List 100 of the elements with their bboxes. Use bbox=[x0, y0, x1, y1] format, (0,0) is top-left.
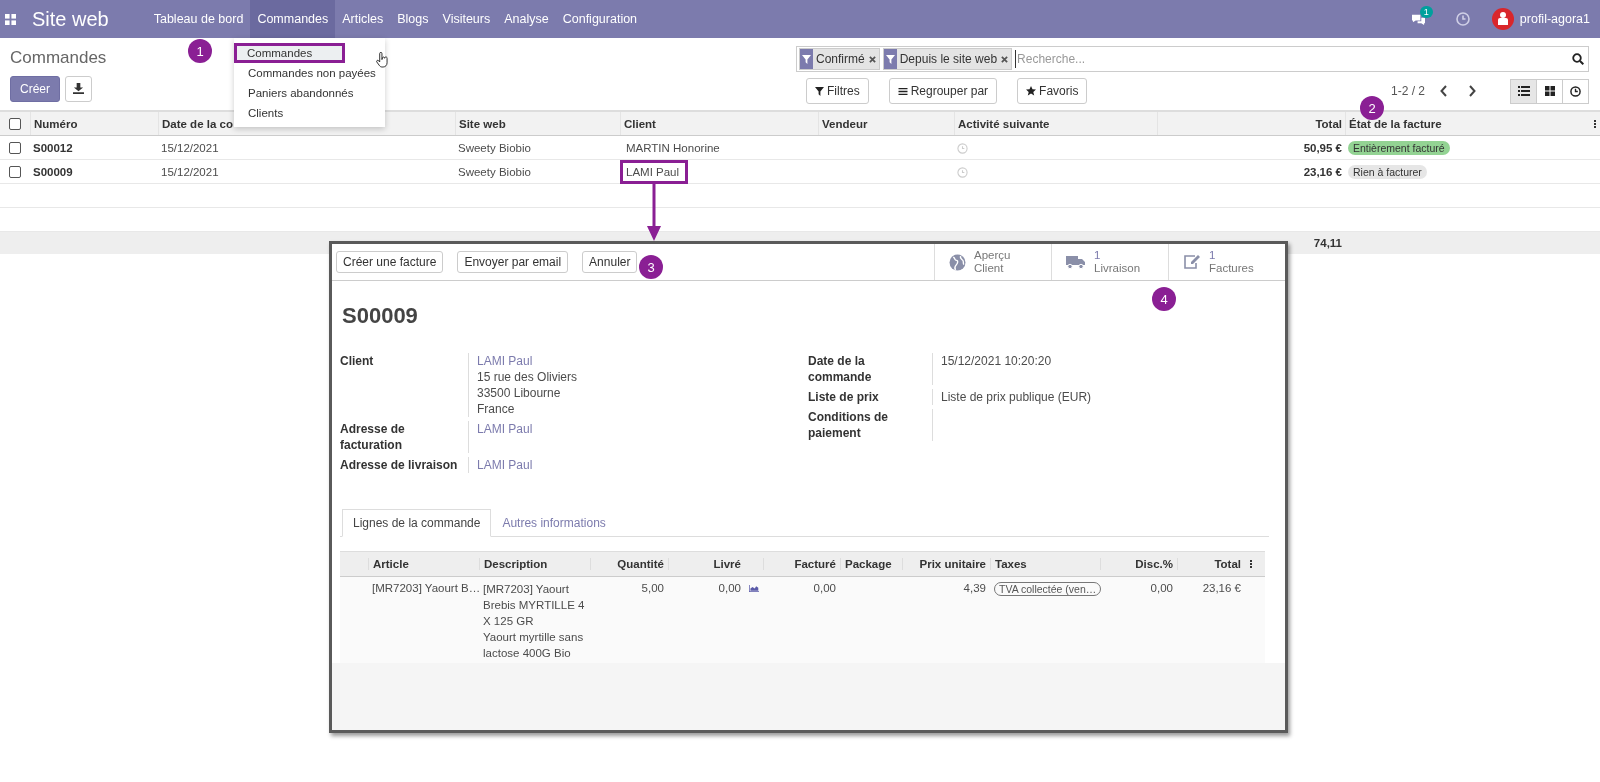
filter-icon bbox=[815, 86, 824, 96]
field-value: Liste de prix publique (EUR) bbox=[941, 389, 1093, 405]
step-number-marker: 2 bbox=[1360, 96, 1384, 120]
menu-item[interactable]: Tableau de bord bbox=[146, 0, 251, 38]
remove-icon[interactable] bbox=[1001, 55, 1009, 63]
address-line: 15 rue des Oliviers bbox=[477, 369, 579, 385]
download-button[interactable] bbox=[65, 76, 92, 102]
column-header[interactable]: Taxes bbox=[990, 558, 1100, 570]
filter-menu-button[interactable]: Filtres bbox=[806, 78, 869, 104]
list-view-button[interactable] bbox=[1510, 78, 1537, 104]
column-header[interactable]: Site web bbox=[455, 112, 620, 135]
filter-facet: Confirmé bbox=[799, 48, 880, 70]
column-header[interactable]: Client bbox=[620, 112, 818, 135]
menu-item[interactable]: Blogs bbox=[390, 0, 436, 38]
column-header[interactable]: Disc.% bbox=[1100, 558, 1177, 570]
notification-badge: 1 bbox=[1419, 5, 1433, 18]
table-cell-text: S00009 bbox=[32, 165, 74, 180]
field-value: 15/12/2021 10:20:20 bbox=[941, 353, 1053, 369]
row-checkbox[interactable] bbox=[9, 166, 21, 178]
order-title: S00009 bbox=[342, 303, 419, 329]
arrow bbox=[646, 184, 662, 242]
previous-icon[interactable] bbox=[1440, 85, 1448, 97]
dropdown-item[interactable]: Clients bbox=[234, 103, 385, 123]
action-button[interactable]: Créer une facture bbox=[336, 251, 444, 273]
tab[interactable]: Lignes de la commande bbox=[342, 509, 492, 537]
filter-facet: Depuis le site web bbox=[882, 48, 1013, 70]
list-icon bbox=[1517, 86, 1530, 96]
search-bar[interactable]: Confirmé Depuis le site web Recherche... bbox=[796, 46, 1589, 72]
column-header[interactable]: Livré bbox=[668, 558, 745, 570]
menu-item[interactable]: Articles bbox=[335, 0, 391, 38]
table-cell-text: S00012 bbox=[32, 141, 74, 156]
column-header[interactable]: Prix unitaire bbox=[902, 558, 990, 570]
column-header[interactable]: Quantité bbox=[590, 558, 668, 570]
filter-menu-button[interactable]: Regrouper par bbox=[888, 78, 998, 104]
table-cell-text: 0,00 bbox=[812, 581, 837, 596]
list-icon bbox=[897, 86, 908, 96]
table-cell: LAMI Paul bbox=[620, 160, 689, 184]
column-header[interactable]: Activité suivante bbox=[954, 112, 1157, 135]
column-header[interactable]: Description bbox=[479, 558, 590, 570]
table-cell-text: MARTIN Honorine bbox=[625, 141, 721, 156]
clock-icon[interactable] bbox=[1455, 12, 1470, 26]
column-header[interactable]: Vendeur bbox=[818, 112, 954, 135]
action-button[interactable]: Annuler bbox=[582, 251, 638, 273]
search-icon[interactable] bbox=[1572, 53, 1584, 65]
dropdown-item[interactable]: Commandes bbox=[234, 43, 345, 63]
field-label: Adresse de facturation bbox=[340, 421, 406, 453]
apps-menu-icon[interactable] bbox=[5, 13, 16, 25]
address-line: 33500 Libourne bbox=[477, 385, 562, 401]
column-header[interactable]: Facturé bbox=[763, 558, 840, 570]
status-badge: Rien à facturer bbox=[1348, 165, 1427, 179]
avatar-icon[interactable] bbox=[1491, 8, 1514, 30]
menu-item[interactable]: Analyse bbox=[497, 0, 556, 38]
menu-item[interactable]: Configuration bbox=[555, 0, 645, 38]
globe-icon bbox=[949, 253, 966, 271]
remove-icon[interactable] bbox=[868, 55, 876, 63]
field-label: Adresse de livraison bbox=[340, 457, 459, 473]
table-cell-text: 5,00 bbox=[640, 581, 665, 596]
pager-value[interactable]: 1-2 / 2 bbox=[1390, 84, 1425, 98]
table-cell-text: 23,16 € bbox=[1302, 165, 1343, 180]
tab[interactable]: Autres informations bbox=[491, 509, 617, 537]
column-header[interactable]: Article bbox=[368, 558, 479, 570]
table-cell-text: 15/12/2021 bbox=[160, 141, 220, 156]
smart-button[interactable]: Aperçu Client bbox=[934, 244, 1051, 280]
chat-icon[interactable] bbox=[1410, 12, 1426, 26]
breadcrumb: Commandes bbox=[10, 48, 107, 68]
user-name[interactable]: profil-agora1 bbox=[1519, 12, 1590, 26]
more-icon[interactable] bbox=[1593, 118, 1597, 129]
table-cell-text: [MR7203] Yaourt Brebis MYRTILLE 4 X 125 GR Yaourt myrtille sans lactose 400G Bio bbox=[482, 582, 586, 661]
kanban-view-button[interactable] bbox=[1536, 78, 1563, 104]
action-button[interactable]: Envoyer par email bbox=[457, 251, 569, 273]
column-header[interactable]: Total bbox=[1177, 558, 1245, 570]
column-header[interactable]: Package bbox=[840, 558, 902, 570]
next-icon[interactable] bbox=[1468, 85, 1476, 97]
table-cell-text: Sweety Biobio bbox=[457, 141, 532, 156]
activity-view-button[interactable] bbox=[1562, 78, 1589, 104]
filter-menu-button[interactable]: Favoris bbox=[1017, 78, 1088, 104]
total-sum: 74,11 bbox=[1312, 236, 1343, 251]
dropdown-item[interactable]: Commandes non payées bbox=[234, 63, 385, 83]
create-button[interactable]: Créer bbox=[10, 76, 60, 102]
step-number-marker: 1 bbox=[188, 39, 212, 63]
column-header[interactable]: Numéro bbox=[30, 112, 158, 135]
address-line: France bbox=[477, 401, 516, 417]
filter-icon bbox=[883, 49, 897, 69]
table-cell-text: 0,00 bbox=[717, 581, 742, 596]
row-checkbox[interactable] bbox=[9, 142, 21, 154]
customer-link[interactable]: LAMI Paul bbox=[477, 353, 808, 369]
menu-item[interactable]: Commandes bbox=[250, 0, 336, 38]
customer-link[interactable]: LAMI Paul bbox=[477, 421, 808, 437]
dropdown-item[interactable]: Paniers abandonnés bbox=[234, 83, 385, 103]
smart-button[interactable]: 1 Livraison bbox=[1051, 244, 1168, 280]
select-all-checkbox[interactable] bbox=[9, 117, 21, 130]
app-title: Site web bbox=[32, 7, 109, 31]
table-cell-text: 15/12/2021 bbox=[160, 165, 220, 180]
customer-link[interactable]: LAMI Paul bbox=[477, 457, 808, 473]
more-icon[interactable] bbox=[1249, 559, 1253, 569]
smart-button[interactable]: 1 Factures bbox=[1168, 244, 1285, 280]
column-header[interactable]: Total bbox=[1157, 112, 1345, 135]
table-cell-text: 0,00 bbox=[1149, 581, 1174, 596]
area-chart-icon[interactable] bbox=[749, 584, 759, 593]
menu-item[interactable]: Visiteurs bbox=[435, 0, 498, 38]
